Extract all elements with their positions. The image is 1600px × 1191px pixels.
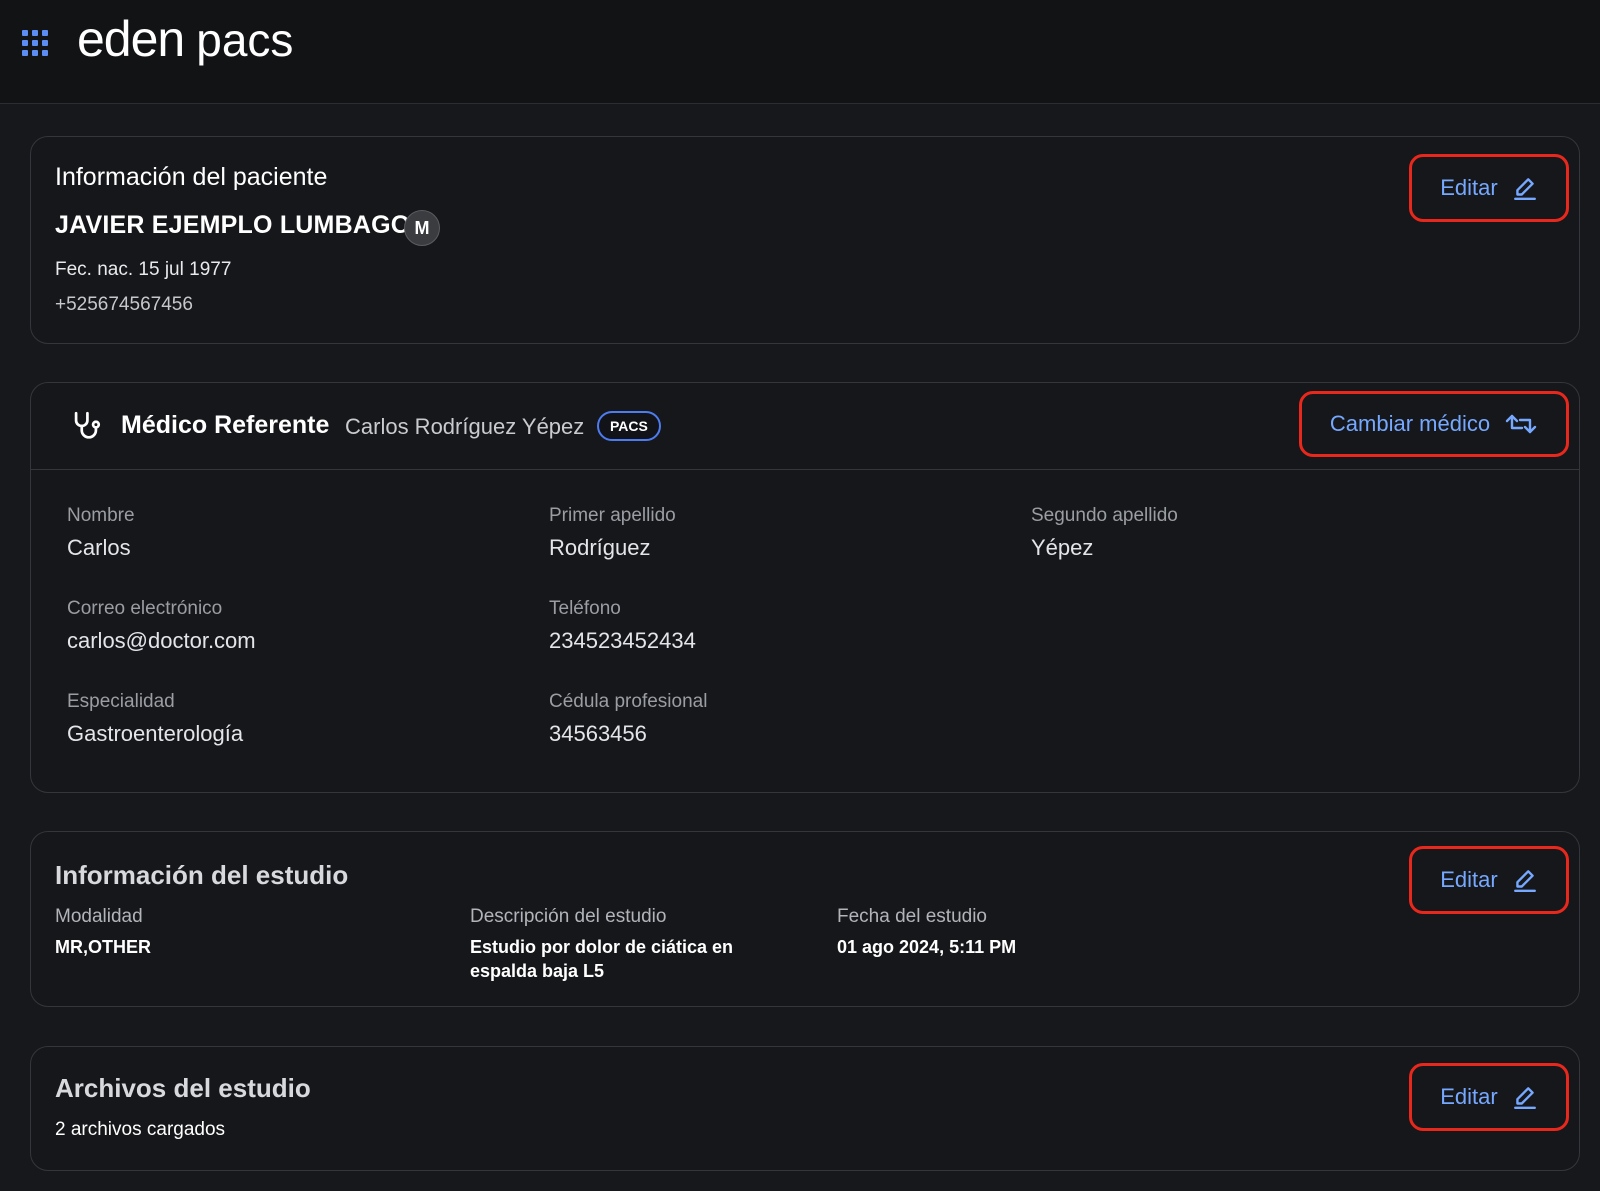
files-count: 2 archivos cargados [55, 1119, 226, 1140]
swap-arrows-icon [1505, 414, 1537, 434]
fecha-value: 01 ago 2024, 5:11 PM [837, 937, 1017, 957]
segundo-apellido-label: Segundo apellido [1031, 505, 1178, 526]
segundo-apellido-value: Yépez [1031, 535, 1094, 560]
study-edit-button[interactable]: Editar [1409, 846, 1569, 914]
stethoscope-icon [74, 411, 101, 439]
app-logo[interactable]: eden pacs [77, 10, 293, 80]
referring-doctor-name: Carlos Rodríguez Yépez [345, 414, 585, 439]
logo-primary: eden [77, 11, 185, 67]
modalidad-label: Modalidad [55, 906, 143, 927]
primer-apellido-value: Rodríguez [549, 535, 651, 560]
change-doctor-button[interactable]: Cambiar médico [1299, 391, 1569, 457]
fecha-label: Fecha del estudio [837, 906, 987, 927]
patient-edit-button[interactable]: Editar [1409, 154, 1569, 222]
study-section-title: Información del estudio [55, 860, 349, 890]
referring-doctor-card: Médico Referente Carlos Rodríguez Yépez … [30, 382, 1580, 793]
files-edit-label: Editar [1440, 1084, 1498, 1109]
patient-edit-label: Editar [1440, 175, 1498, 200]
referring-divider [31, 469, 1579, 470]
pencil-icon [1513, 178, 1536, 201]
patient-phone: +525674567456 [55, 294, 193, 315]
files-edit-button[interactable]: Editar [1409, 1063, 1569, 1131]
top-bar: eden pacs [0, 0, 1600, 104]
study-info-card: Información del estudio Modalidad MR,OTH… [30, 831, 1580, 1007]
cedula-label: Cédula profesional [549, 691, 708, 712]
logo-secondary: pacs [196, 14, 294, 66]
pencil-icon [1513, 870, 1536, 893]
telefono-label: Teléfono [549, 598, 621, 619]
primer-apellido-label: Primer apellido [549, 505, 676, 526]
apps-grid-icon[interactable] [22, 30, 48, 56]
nombre-label: Nombre [67, 505, 135, 526]
patient-section-title: Información del paciente [55, 163, 328, 191]
telefono-value: 234523452434 [549, 628, 696, 653]
nombre-value: Carlos [67, 535, 131, 560]
patient-birth-date: Fec. nac. 15 jul 1977 [55, 259, 232, 280]
especialidad-label: Especialidad [67, 691, 175, 712]
patient-sex-badge: M [404, 210, 440, 246]
descripcion-line-1: Estudio por dolor de ciática en [470, 937, 734, 957]
change-doctor-label: Cambiar médico [1329, 411, 1491, 436]
correo-value: carlos@doctor.com [67, 628, 256, 653]
descripcion-label: Descripción del estudio [470, 906, 667, 927]
descripcion-line-2: espalda baja L5 [470, 961, 605, 981]
patient-info-card: Información del paciente JAVIER EJEMPLO … [30, 136, 1580, 344]
pencil-icon [1513, 1087, 1536, 1110]
files-section-title: Archivos del estudio [55, 1073, 311, 1103]
study-files-card: Archivos del estudio 2 archivos cargados… [30, 1046, 1580, 1171]
referring-title: Médico Referente [121, 411, 330, 439]
cedula-value: 34563456 [549, 721, 647, 746]
modalidad-value: MR,OTHER [55, 937, 151, 957]
correo-label: Correo electrónico [67, 598, 223, 619]
study-edit-label: Editar [1440, 867, 1498, 892]
pacs-badge: PACS [597, 411, 661, 441]
patient-name: JAVIER EJEMPLO LUMBAGO [55, 211, 411, 239]
especialidad-value: Gastroenterología [67, 721, 244, 746]
